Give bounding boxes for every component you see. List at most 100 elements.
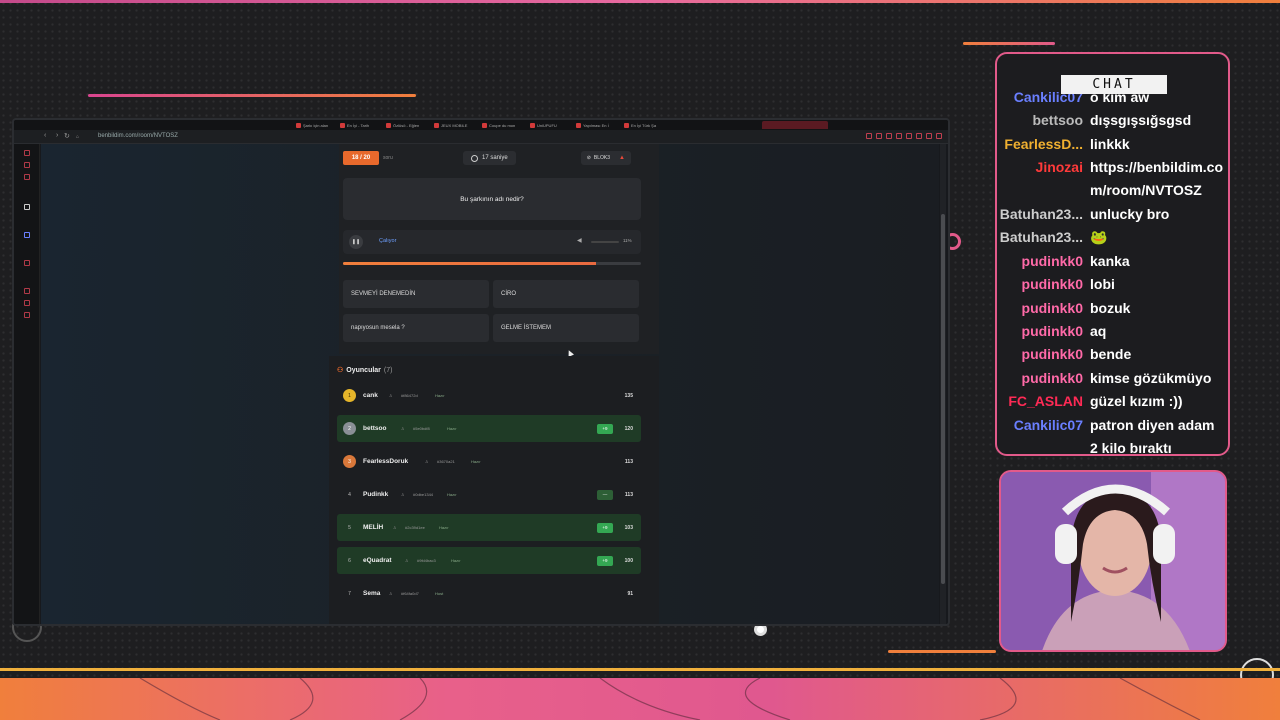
volume-icon[interactable]: ◀ xyxy=(577,237,582,244)
player-code: #2c39d1ee xyxy=(405,525,425,530)
pause-icon: ❚❚ xyxy=(351,239,361,245)
webcam-feed xyxy=(999,470,1227,652)
menu-icon[interactable] xyxy=(936,133,942,139)
extension-icon[interactable] xyxy=(866,133,872,139)
chat-text: bende xyxy=(1090,346,1132,363)
chat-text: 🐸 xyxy=(1090,229,1108,246)
answer-option[interactable]: CİRO xyxy=(493,280,639,308)
chat-text: https://benbildim.com/room/NVTOSZ xyxy=(1090,159,1223,199)
sidebar-app-icon[interactable] xyxy=(24,174,30,180)
browser-tab[interactable]: En İyi - Tarih xyxy=(340,121,369,129)
extension-icon[interactable] xyxy=(916,133,922,139)
chat-username[interactable]: Batuhan23... xyxy=(1000,203,1083,226)
browser-tab[interactable]: En İyi Türk Şa xyxy=(624,121,656,129)
scrollbar-thumb[interactable] xyxy=(941,214,945,584)
chat-username[interactable]: Batuhan23... xyxy=(1000,226,1083,249)
chat-message: pudinkk0 kanka xyxy=(997,250,1228,273)
sidebar-app-icon[interactable] xyxy=(24,204,30,210)
players-panel: ⚇ Oyuncular (7) 1 cank ♙ #f86472d Hazır 135 2 b… xyxy=(329,356,659,624)
chat-username[interactable]: pudinkk0 xyxy=(1022,367,1083,390)
player-row: 5 MELİH ♙ #2c39d1ee Hazır +9 103 xyxy=(337,514,641,541)
extension-icon[interactable] xyxy=(926,133,932,139)
chat-title: CHAT xyxy=(1061,75,1167,94)
forward-arrow-icon[interactable]: › xyxy=(56,132,58,139)
reload-icon[interactable]: ↻ xyxy=(64,132,70,140)
sidebar-app-icon[interactable] xyxy=(24,232,30,238)
sidebar-app-icon[interactable] xyxy=(24,162,30,168)
player-score: 120 xyxy=(624,425,633,432)
volume-slider[interactable] xyxy=(591,241,619,243)
tab-favicon-icon xyxy=(530,122,535,128)
round-progress-fill xyxy=(343,262,597,265)
extension-icon[interactable] xyxy=(886,133,892,139)
chat-username[interactable]: bettsoo xyxy=(1032,109,1083,132)
question-counter: 18 / 20 xyxy=(343,151,379,165)
tab-favicon-icon xyxy=(624,122,629,128)
overlay-accent-bar xyxy=(888,650,996,653)
overlay-accent-bar xyxy=(963,42,1055,45)
answer-option[interactable]: napıyosun mesela ? xyxy=(343,314,489,342)
rank-badge: 5 xyxy=(348,524,351,531)
browser-tab[interactable]: Coupe du mon xyxy=(482,121,515,129)
question-card: Bu şarkının adı nedir? xyxy=(343,178,641,220)
sidebar-app-icon[interactable] xyxy=(24,150,30,156)
user-icon: ♙ xyxy=(401,426,405,431)
chat-username[interactable]: pudinkk0 xyxy=(1022,343,1083,366)
sidebar-app-icon[interactable] xyxy=(24,260,30,266)
extension-icon[interactable] xyxy=(876,133,882,139)
pause-button[interactable]: ❚❚ xyxy=(349,235,363,249)
chat-username[interactable]: Jinozai xyxy=(1036,156,1083,179)
browser-tab[interactable]: JEUX MOBILE xyxy=(434,121,467,129)
chat-message: Cankilic07 patron diyen adam 2 kilo bırak… xyxy=(997,414,1228,456)
tab-favicon-icon xyxy=(576,122,581,128)
player-row: 1 cank ♙ #f86472d Hazır 135 xyxy=(337,382,641,409)
browser-tab[interactable]: UniUPUFU xyxy=(530,121,557,129)
chat-text: patron diyen adam 2 kilo bıraktı xyxy=(1090,416,1215,456)
chat-text: kanka xyxy=(1090,252,1130,269)
player-status: Çalıyor xyxy=(379,238,397,244)
chat-username[interactable]: Cankilic07 xyxy=(1014,414,1083,437)
player-name: FearlessDoruk xyxy=(363,458,409,465)
score-delta-badge: +9 xyxy=(597,423,613,434)
volume-percent: 11% xyxy=(623,238,632,243)
browser-tab-bar: Şarkı için alan En İyi - Tarih Özlüsö - … xyxy=(14,120,948,130)
block-button[interactable]: ⊘ BLOK3 ▲ xyxy=(580,151,631,165)
browser-tab[interactable]: Özlüsö - Eğlen xyxy=(386,121,419,129)
round-progress-bar xyxy=(343,262,641,265)
browser-tab-active[interactable] xyxy=(762,121,828,129)
extension-icon[interactable] xyxy=(896,133,902,139)
overlay-top-line xyxy=(0,0,1280,3)
chat-message: bettsoo dışsgışsığsgsd xyxy=(997,109,1228,132)
sidebar-app-icon[interactable] xyxy=(24,288,30,294)
player-name: Pudinkk xyxy=(363,491,389,498)
people-icon: ⚇ xyxy=(337,367,344,374)
score-delta-badge: — xyxy=(597,489,613,500)
chat-username[interactable]: pudinkk0 xyxy=(1022,273,1083,296)
url-field[interactable]: benbildim.com/room/NVTOSZ xyxy=(98,133,178,139)
player-score: 135 xyxy=(624,392,633,399)
extension-icon[interactable] xyxy=(906,133,912,139)
answer-option[interactable]: GELME İSTEMEM xyxy=(493,314,639,342)
page-viewport: 18 / 20 soru 17 saniye ⊘ BLOK3 ▲ Bu şark… xyxy=(41,144,939,624)
chat-username[interactable]: pudinkk0 xyxy=(1022,250,1083,273)
chat-username[interactable]: pudinkk0 xyxy=(1022,320,1083,343)
chat-username[interactable]: FearlessD... xyxy=(1004,133,1083,156)
chat-text: kimse gözükmüyo xyxy=(1090,369,1212,386)
chat-username[interactable]: pudinkk0 xyxy=(1022,297,1083,320)
answer-option[interactable]: SEVMEYİ DENEMEDİN xyxy=(343,280,489,308)
player-row: 3 FearlessDoruk ♙ #3670a21 Hazır 113 xyxy=(337,448,641,475)
tab-favicon-icon xyxy=(386,122,391,128)
player-row: 7 Sema ♙ #f64fa0d7 Host 91 xyxy=(337,580,641,607)
browser-tab[interactable]: Yapılması En İ xyxy=(576,121,609,129)
browser-window: Şarkı için alan En İyi - Tarih Özlüsö - … xyxy=(12,118,950,626)
question-counter-label: soru xyxy=(383,155,393,161)
browser-tab[interactable]: Şarkı için alan xyxy=(296,121,328,129)
chat-username[interactable]: FC_ASLAN xyxy=(1008,390,1083,413)
page-scrollbar[interactable] xyxy=(940,144,946,624)
home-icon[interactable]: ⌂ xyxy=(76,134,79,140)
sidebar-app-icon[interactable] xyxy=(24,312,30,318)
back-arrow-icon[interactable]: ‹ xyxy=(44,132,46,139)
player-score: 113 xyxy=(624,458,633,465)
player-row: 6 eQuadrat ♙ #9fd4bac3 Hazır +9 100 xyxy=(337,547,641,574)
sidebar-app-icon[interactable] xyxy=(24,300,30,306)
